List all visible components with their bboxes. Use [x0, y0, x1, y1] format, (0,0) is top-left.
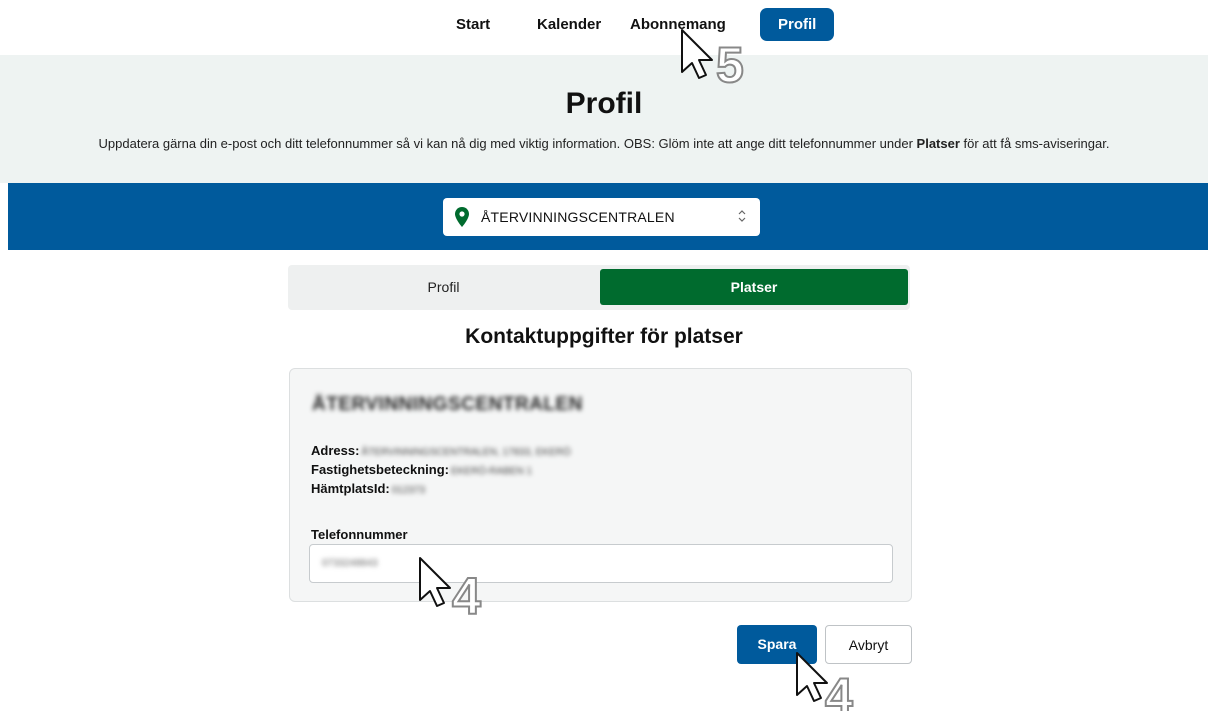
address-row: Adress: ÅTERVINNINGSCENTRALEN, 17833, EKE…	[311, 443, 571, 458]
place-name: ÅTERVINNINGSCENTRALEN	[312, 394, 583, 415]
place-card: ÅTERVINNINGSCENTRALEN Adress: ÅTERVINNING…	[289, 368, 912, 602]
property-row: Fastighetsbeteckning: EKERÖ-RABEN 1	[311, 462, 532, 477]
cancel-button[interactable]: Avbryt	[825, 625, 912, 664]
step-number-4-save: 4	[825, 668, 853, 711]
pickup-id-label: HämtplatsId:	[311, 481, 390, 496]
nav-link-start[interactable]: Start	[456, 8, 490, 42]
section-title: Kontaktuppgifter för platser	[465, 325, 743, 348]
pickup-id-value: 012373	[391, 485, 426, 496]
page-description: Uppdatera gärna din e-post och ditt tele…	[0, 136, 1208, 151]
property-value: EKERÖ-RABEN 1	[450, 466, 533, 477]
tab-platser[interactable]: Platser	[600, 269, 908, 305]
phone-input-value: 0733248843	[322, 558, 378, 569]
phone-input[interactable]: 0733248843	[309, 544, 893, 583]
page-header: Profil Uppdatera gärna din e-post och di…	[0, 55, 1208, 183]
chevron-updown-icon	[738, 210, 746, 222]
description-emphasis: Platser	[916, 136, 960, 151]
top-navigation: Start Kalender Abonnemang Profil	[0, 8, 1208, 42]
description-text-end: för att få sms-aviseringar.	[959, 136, 1110, 151]
nav-link-kalender[interactable]: Kalender	[537, 8, 601, 42]
save-button[interactable]: Spara	[737, 625, 817, 664]
property-label: Fastighetsbeteckning:	[311, 462, 449, 477]
description-text: Uppdatera gärna din e-post och ditt tele…	[98, 136, 917, 151]
pickup-id-row: HämtplatsId: 012373	[311, 481, 425, 496]
location-select-value: ÅTERVINNINGSCENTRALEN	[481, 209, 675, 225]
profile-tabs: Profil Platser	[288, 265, 910, 310]
nav-link-abonnemang[interactable]: Abonnemang	[630, 8, 726, 42]
tab-profil[interactable]: Profil	[288, 269, 599, 305]
address-label: Adress:	[311, 443, 360, 458]
location-select[interactable]: ÅTERVINNINGSCENTRALEN	[443, 198, 760, 236]
address-value: ÅTERVINNINGSCENTRALEN, 17833, EKERÖ	[361, 447, 571, 458]
page-title: Profil	[565, 87, 643, 120]
location-pin-icon	[455, 207, 469, 227]
phone-label: Telefonnummer	[311, 527, 408, 542]
location-bar: ÅTERVINNINGSCENTRALEN	[8, 183, 1208, 250]
nav-link-profil[interactable]: Profil	[760, 8, 835, 41]
